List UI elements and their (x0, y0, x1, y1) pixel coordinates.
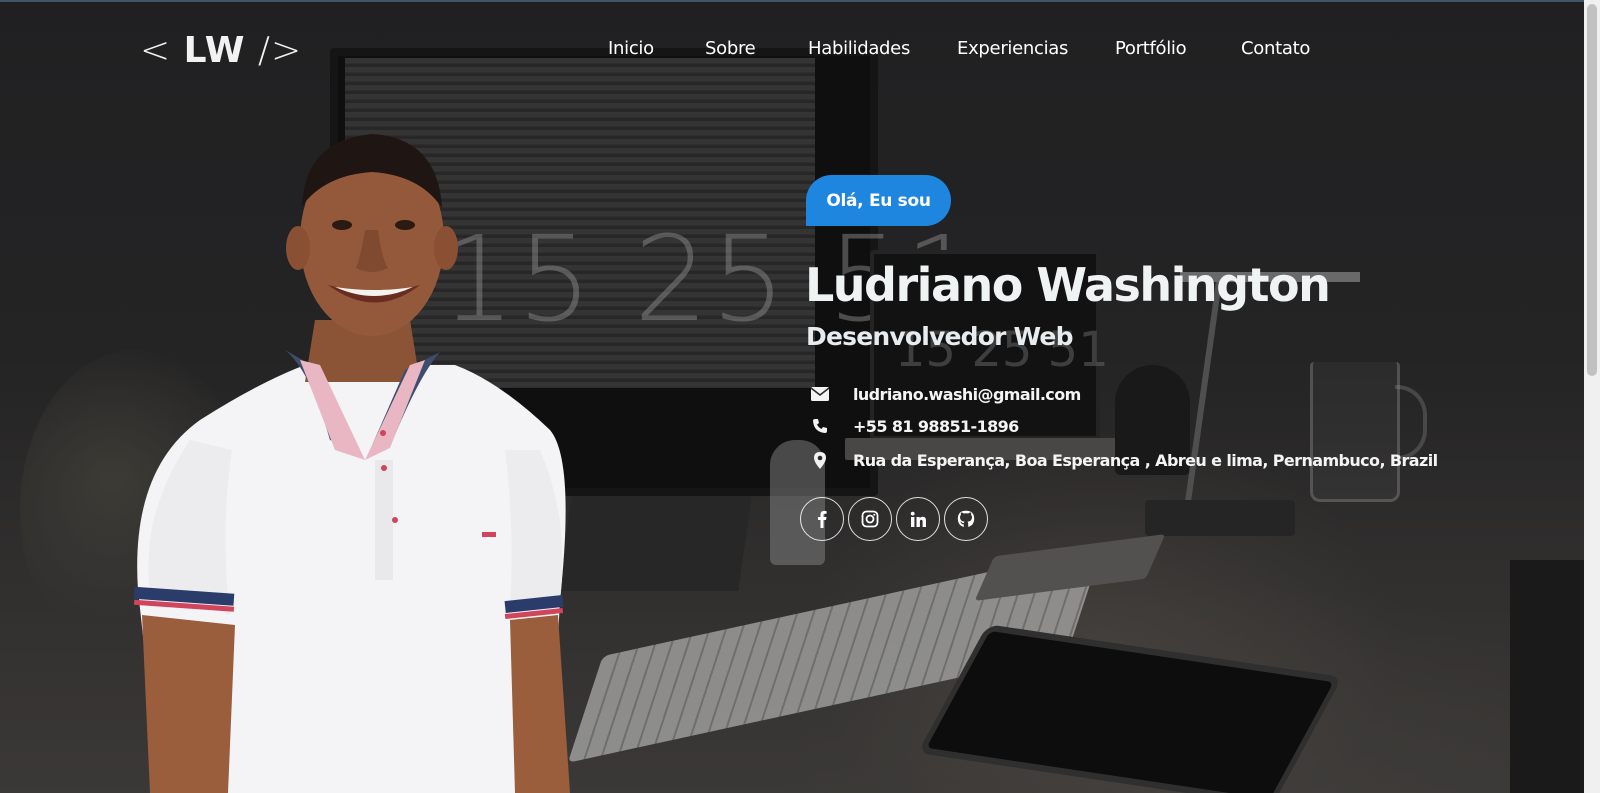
nav-item-contato[interactable]: Contato (1241, 38, 1310, 59)
instagram-icon (861, 510, 879, 528)
window-top-border (0, 0, 1600, 2)
contact-address: Rua da Esperança, Boa Esperança , Abreu … (810, 450, 1438, 470)
map-marker-icon (810, 450, 830, 470)
scrollbar-thumb[interactable] (1587, 4, 1597, 376)
phone-icon (810, 416, 830, 436)
logo-left-bracket: < (140, 30, 184, 71)
nav-item-sobre[interactable]: Sobre (705, 38, 756, 59)
nav-item-portfolio[interactable]: Portfólio (1115, 38, 1187, 59)
facebook-icon (818, 510, 827, 528)
contact-phone: +55 81 98851-1896 (810, 416, 1019, 436)
nav-item-habilidades[interactable]: Habilidades (808, 38, 910, 59)
linkedin-link[interactable] (896, 497, 940, 541)
nav-item-inicio[interactable]: Inicio (608, 38, 654, 59)
contact-email: ludriano.washi@gmail.com (810, 384, 1081, 404)
logo-right-bracket: /> (245, 30, 303, 71)
logo-initials: LW (183, 30, 246, 71)
profile-photo (133, 134, 570, 793)
facebook-link[interactable] (800, 497, 844, 541)
linkedin-icon (910, 511, 926, 527)
greeting-badge: Olá, Eu sou (806, 175, 951, 226)
contact-email-text[interactable]: ludriano.washi@gmail.com (853, 385, 1081, 404)
envelope-icon (810, 384, 830, 404)
contact-address-text: Rua da Esperança, Boa Esperança , Abreu … (853, 450, 1438, 470)
profile-role: Desenvolvedor Web (806, 322, 1073, 351)
profile-name: Ludriano Washington (805, 258, 1331, 312)
nav-item-experiencias[interactable]: Experiencias (957, 38, 1068, 59)
github-icon (957, 510, 975, 527)
site-logo[interactable]: < LW /> (140, 30, 302, 71)
github-link[interactable] (944, 497, 988, 541)
social-links (800, 497, 988, 541)
contact-phone-text[interactable]: +55 81 98851-1896 (853, 417, 1019, 436)
hero-section: 15 25 51 15 25 51 (0, 0, 1584, 793)
instagram-link[interactable] (848, 497, 892, 541)
